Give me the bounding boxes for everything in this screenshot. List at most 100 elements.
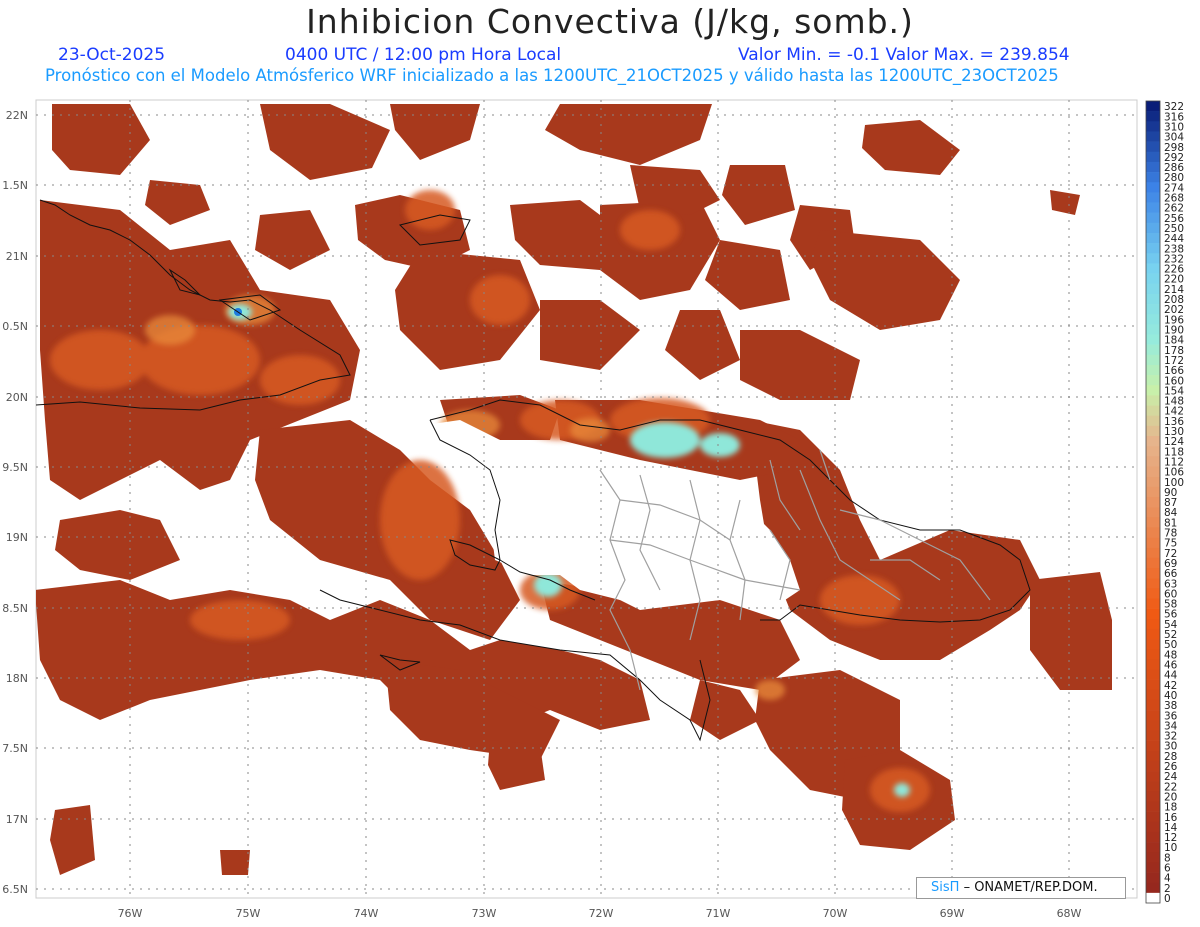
lat-label: 22N [6, 109, 28, 122]
colorbar-swatch [1146, 882, 1160, 894]
colorbar-swatch [1146, 182, 1160, 193]
colorbar-swatch [1146, 222, 1160, 234]
colorbar-swatch [1146, 892, 1160, 904]
colorbar-swatch [1146, 425, 1160, 437]
colorbar-swatch [1146, 537, 1160, 548]
colorbar-swatch [1146, 293, 1160, 305]
colorbar-swatch [1146, 415, 1160, 427]
colorbar-swatch [1146, 517, 1160, 528]
lat-label: 21N [6, 250, 28, 263]
colorbar-swatch [1146, 618, 1160, 630]
lat-label: 8.5N [2, 602, 28, 615]
colorbar-swatch [1146, 446, 1160, 457]
colorbar-swatch [1146, 232, 1160, 244]
lat-label: 17N [6, 813, 28, 826]
colorbar-swatch [1146, 385, 1160, 396]
colorbar-swatch [1146, 212, 1160, 224]
colorbar-swatch [1146, 243, 1160, 254]
colorbar: 3223163103042982922862802742682622562502… [1145, 100, 1184, 905]
lon-label: 68W [1057, 907, 1082, 920]
lon-label: 75W [236, 907, 261, 920]
credit-box: SisΠ – ONAMET/REP.DOM. [916, 877, 1126, 899]
colorbar-swatch [1146, 852, 1160, 863]
colorbar-swatch [1146, 324, 1160, 335]
colorbar-swatch [1146, 831, 1160, 843]
colorbar-swatch [1146, 720, 1160, 731]
lon-label: 74W [354, 907, 379, 920]
colorbar-swatch [1146, 578, 1160, 589]
colorbar-swatch [1146, 588, 1160, 599]
colorbar-swatch [1146, 466, 1160, 477]
colorbar-swatch [1146, 304, 1160, 315]
colorbar-swatch [1146, 101, 1160, 112]
colorbar-swatch [1146, 151, 1160, 163]
colorbar-swatch [1146, 679, 1160, 691]
colorbar-swatch [1146, 161, 1160, 173]
lat-label: 9.5N [2, 461, 28, 474]
colorbar-swatch [1146, 344, 1160, 356]
colorbar-swatch [1146, 557, 1160, 569]
lon-label: 73W [472, 907, 497, 920]
colorbar-swatch [1146, 699, 1160, 711]
colorbar-swatch [1146, 507, 1160, 518]
colorbar-swatch [1146, 821, 1160, 833]
sispi-logo: SisΠ [931, 880, 960, 895]
colorbar-swatch [1146, 486, 1160, 498]
colorbar-swatch [1146, 172, 1160, 183]
colorbar-swatch [1146, 405, 1160, 417]
colorbar-label: 0 [1164, 893, 1171, 905]
colorbar-swatch [1146, 842, 1160, 853]
colorbar-swatch [1146, 639, 1160, 650]
lat-label: 7.5N [2, 742, 28, 755]
lat-label: 0.5N [2, 320, 28, 333]
colorbar-swatch [1146, 567, 1160, 579]
colorbar-swatch [1146, 740, 1160, 752]
colorbar-swatch [1146, 628, 1160, 640]
colorbar-swatch [1146, 436, 1160, 447]
colorbar-swatch [1146, 395, 1160, 406]
colorbar-swatch [1146, 273, 1160, 285]
colorbar-swatch [1146, 354, 1160, 366]
lat-label: 20N [6, 391, 28, 404]
colorbar-swatch [1146, 314, 1160, 325]
colorbar-swatch [1146, 334, 1160, 345]
colorbar-swatch [1146, 781, 1160, 792]
colorbar-swatch [1146, 750, 1160, 762]
colorbar-swatch [1146, 202, 1160, 213]
map-canvas: 22N 1.5N 21N 0.5N 20N 9.5N 19N 8.5N 18N … [2, 99, 1184, 920]
colorbar-swatch [1146, 811, 1160, 823]
colorbar-swatch [1146, 131, 1160, 142]
colorbar-swatch [1146, 476, 1160, 488]
colorbar-swatch [1146, 111, 1160, 122]
colorbar-swatch [1146, 689, 1160, 701]
colorbar-swatch [1146, 760, 1160, 772]
colorbar-swatch [1146, 253, 1160, 264]
colorbar-swatch [1146, 791, 1160, 802]
credit-org: – ONAMET/REP.DOM. [963, 880, 1098, 895]
longitude-labels: 76W 75W 74W 73W 72W 71W 70W 69W 68W [118, 907, 1082, 920]
lon-label: 69W [940, 907, 965, 920]
colorbar-swatch [1146, 598, 1160, 609]
colorbar-swatch [1146, 862, 1160, 873]
colorbar-swatch [1146, 659, 1160, 670]
colorbar-swatch [1146, 547, 1160, 559]
colorbar-swatch [1146, 141, 1160, 153]
colorbar-swatch [1146, 121, 1160, 132]
lat-label: 1.5N [2, 179, 28, 192]
colorbar-swatch [1146, 496, 1160, 508]
lon-label: 71W [706, 907, 731, 920]
colorbar-swatch [1146, 730, 1160, 741]
colorbar-swatch [1146, 710, 1160, 721]
colorbar-swatch [1146, 263, 1160, 274]
colorbar-swatch [1146, 527, 1160, 538]
colorbar-swatch [1146, 771, 1160, 782]
colorbar-swatch [1146, 375, 1160, 386]
colorbar-swatch [1146, 649, 1160, 660]
lat-label: 19N [6, 531, 28, 544]
lat-label: 18N [6, 672, 28, 685]
colorbar-swatch [1146, 872, 1160, 883]
colorbar-swatch [1146, 456, 1160, 467]
lon-label: 72W [589, 907, 614, 920]
lon-label: 70W [823, 907, 848, 920]
colorbar-swatch [1146, 283, 1160, 295]
